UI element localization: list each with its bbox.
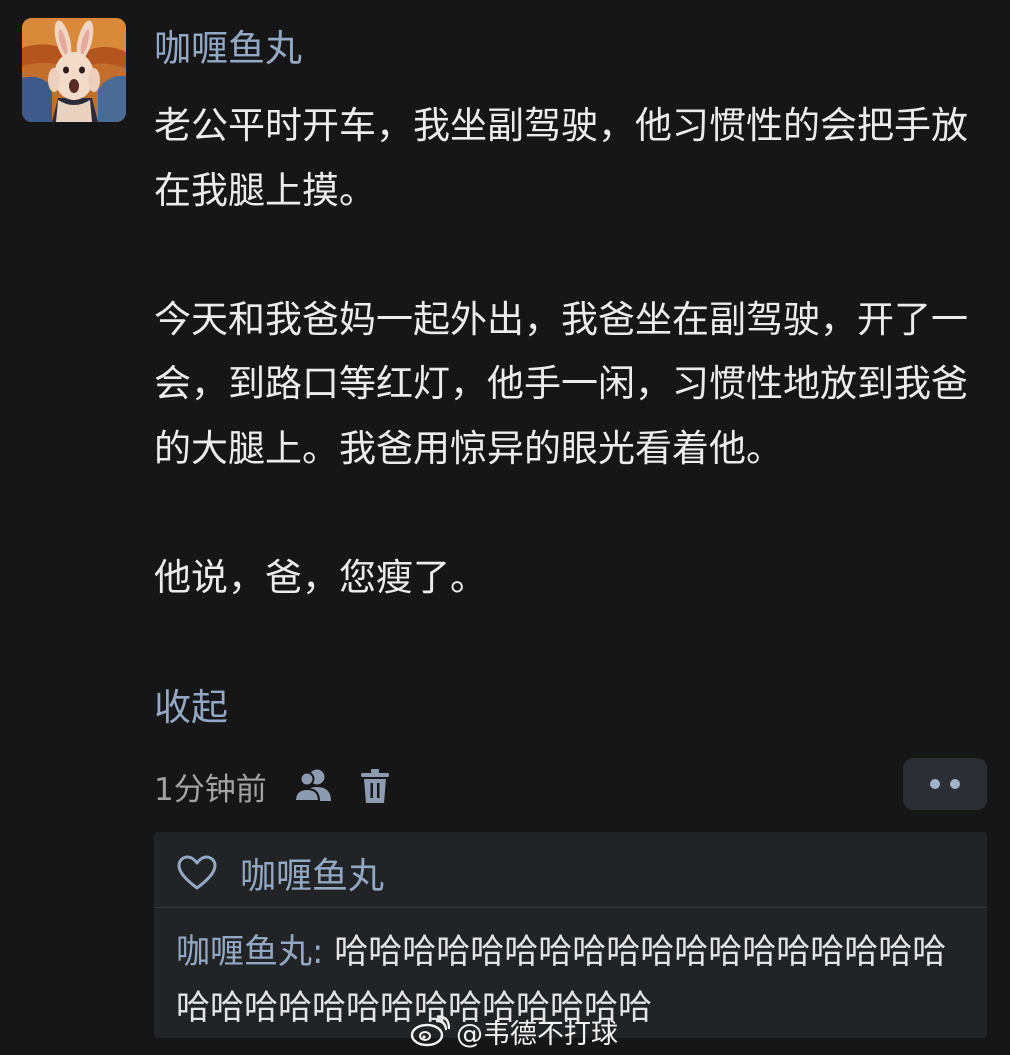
watermark-text: @韦德不打球: [456, 1018, 618, 1050]
divider: [154, 907, 987, 908]
avatar[interactable]: [22, 18, 126, 122]
timestamp: 1分钟前: [154, 771, 267, 808]
comment-paragraph: 今天和我爸妈一起外出，我爸坐在副驾驶，开了一会，到路口等红灯，他手一闲，习惯性地…: [154, 297, 968, 470]
reply-author[interactable]: 咖喱鱼丸: [176, 932, 312, 972]
comment-paragraph-spacer: [154, 481, 989, 546]
heart-outline-icon: [177, 855, 217, 890]
comment-meta-row: 1分钟前: [154, 762, 395, 810]
watermark: @韦德不打球: [410, 1010, 618, 1052]
comment-body: 老公平时开车，我坐副驾驶，他习惯性的会把手放在我腿上摸。 今天和我爸妈一起外出，…: [154, 94, 989, 610]
more-dots-icon: [930, 779, 960, 789]
visibility-button[interactable]: [293, 764, 337, 808]
comment-paragraph: 他说，爸，您瘦了。: [154, 555, 487, 599]
delete-button[interactable]: [355, 764, 395, 808]
comment-paragraph: 老公平时开车，我坐副驾驶，他习惯性的会把手放在我腿上摸。: [154, 104, 968, 212]
screaming-rabbit-painting-avatar: [22, 18, 126, 122]
username[interactable]: 咖喱鱼丸: [154, 24, 302, 74]
reply-panel: 咖喱鱼丸 咖喱鱼丸: 哈哈哈哈哈哈哈哈哈哈哈哈哈哈哈哈哈哈哈哈哈哈哈哈哈哈哈哈哈…: [154, 832, 987, 1038]
reply-separator: :: [312, 932, 335, 972]
like-button[interactable]: [176, 852, 218, 894]
weibo-logo-icon: [410, 1015, 450, 1047]
liker-name[interactable]: 咖喱鱼丸: [240, 847, 384, 899]
likes-row: 咖喱鱼丸: [176, 848, 384, 898]
people-icon: [293, 769, 331, 802]
comment-paragraph-spacer: [154, 223, 989, 288]
collapse-link[interactable]: 收起: [154, 682, 228, 734]
more-options-button[interactable]: [903, 758, 987, 810]
trash-icon: [360, 769, 389, 803]
